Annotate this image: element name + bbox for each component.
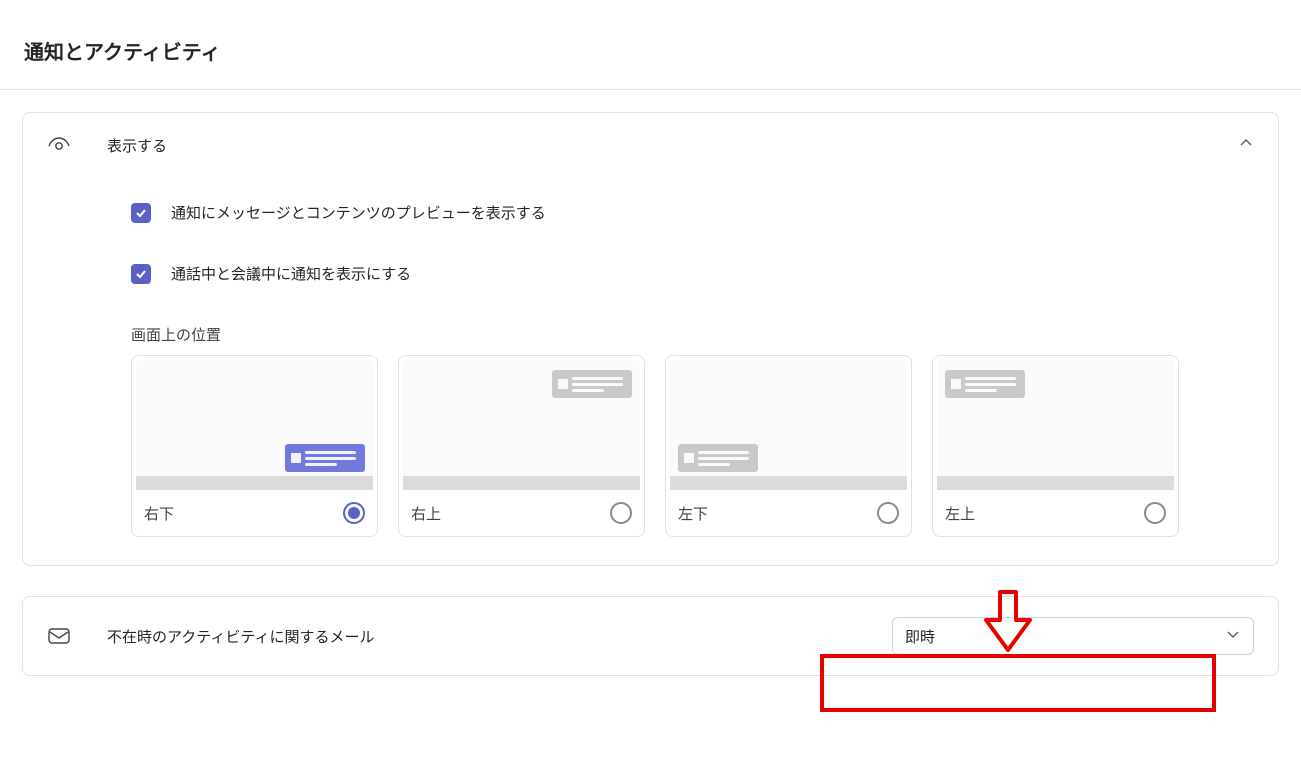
position-label-tr: 右上 [411,503,441,524]
position-option-top-right[interactable]: 右上 [398,355,645,537]
position-option-bottom-left[interactable]: 左下 [665,355,912,537]
position-label-tl: 左上 [945,503,975,524]
checkbox-preview-row[interactable]: 通知にメッセージとコンテンツのプレビューを表示する [131,202,1254,223]
position-preview [136,360,373,490]
position-preview [937,360,1174,490]
checkbox-checked-icon [131,264,151,284]
position-label-bl: 左下 [678,503,708,524]
radio-unselected-icon [610,502,632,524]
toast-icon [285,444,365,472]
checkbox-during-call-row[interactable]: 通話中と会議中に通知を表示にする [131,263,1254,284]
display-section-title: 表示する [75,135,1238,156]
email-frequency-dropdown[interactable]: 即時 [892,617,1254,655]
position-option-top-left[interactable]: 左上 [932,355,1179,537]
email-section: 不在時のアクティビティに関するメール 即時 [22,596,1279,676]
display-section: 表示する 通知にメッセージとコンテンツのプレビューを表示する [22,112,1279,566]
toast-icon [945,370,1025,398]
display-section-header[interactable]: 表示する [23,113,1278,176]
chevron-down-icon [1225,626,1241,646]
position-preview [670,360,907,490]
annotation-arrow-icon [978,588,1038,663]
position-preview [403,360,640,490]
email-section-title: 不在時のアクティビティに関するメール [75,626,892,647]
checkbox-checked-icon [131,203,151,223]
position-heading: 画面上の位置 [131,324,1254,345]
checkbox-preview-label: 通知にメッセージとコンテンツのプレビューを表示する [171,202,546,223]
radio-unselected-icon [877,502,899,524]
page-title: 通知とアクティビティ [24,36,1301,65]
dropdown-selected-value: 即時 [905,626,935,647]
radio-selected-icon [343,502,365,524]
radio-unselected-icon [1144,502,1166,524]
toast-icon [552,370,632,398]
position-option-bottom-right[interactable]: 右下 [131,355,378,537]
chevron-up-icon [1238,135,1254,156]
toast-icon [678,444,758,472]
eye-icon [47,136,75,156]
mail-icon [47,626,75,646]
position-label-br: 右下 [144,503,174,524]
checkbox-during-call-label: 通話中と会議中に通知を表示にする [171,263,411,284]
